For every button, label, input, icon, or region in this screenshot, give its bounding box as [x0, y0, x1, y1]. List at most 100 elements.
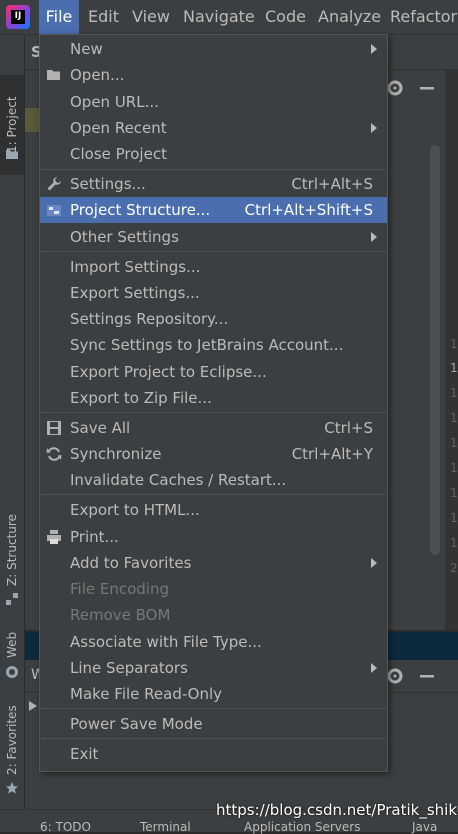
menu-item-label: Associate with File Type...	[70, 633, 262, 651]
submenu-arrow-icon	[371, 232, 377, 242]
watermark-url: https://blog.csdn.net/Pratik_shiku	[216, 801, 458, 819]
line-number: 1	[450, 386, 458, 400]
menu-item-settings[interactable]: Settings... Ctrl+Alt+S	[40, 171, 387, 197]
line-number: 1	[450, 511, 458, 525]
expand-arrow-icon[interactable]	[28, 700, 38, 712]
vertical-scrollbar[interactable]	[430, 145, 440, 555]
intellij-logo-icon: IJ	[6, 5, 30, 29]
menu-view[interactable]: View	[132, 0, 170, 34]
menu-item-new[interactable]: New	[40, 36, 387, 62]
structure-icon	[6, 593, 18, 605]
menu-item-label: Invalidate Caches / Restart...	[70, 471, 287, 489]
menu-item-export-zip[interactable]: Export to Zip File...	[40, 385, 387, 411]
menu-separator	[41, 251, 386, 252]
menu-item-invalidate-caches[interactable]: Invalidate Caches / Restart...	[40, 467, 387, 493]
menu-item-label: Close Project	[70, 145, 167, 163]
menu-item-label: Settings...	[70, 175, 146, 193]
menu-item-label: Exit	[70, 745, 99, 763]
project-panel-tools	[387, 80, 434, 96]
sync-icon	[46, 447, 62, 461]
logo-text: IJ	[11, 10, 25, 24]
todo-tool-tab[interactable]: 6: TODO	[40, 820, 91, 834]
menu-item-sync-settings[interactable]: Sync Settings to JetBrains Account...	[40, 332, 387, 358]
menu-item-line-separators[interactable]: Line Separators	[40, 655, 387, 681]
line-number: 1	[450, 436, 458, 450]
menu-item-label: Sync Settings to JetBrains Account...	[70, 336, 344, 354]
menu-item-label: Export Project to Eclipse...	[70, 363, 267, 381]
menu-analyze[interactable]: Analyze	[318, 0, 381, 34]
menu-item-label: Open URL...	[70, 93, 159, 111]
web-tool-tab[interactable]: Web	[0, 625, 24, 665]
menu-item-label: Remove BOM	[70, 606, 171, 624]
line-number: 1	[450, 486, 458, 500]
gear-icon	[387, 668, 403, 684]
menu-item-label: Power Save Mode	[70, 715, 203, 733]
line-number: 1	[450, 361, 458, 375]
menu-item-import-settings[interactable]: Import Settings...	[40, 254, 387, 280]
menu-item-other-settings[interactable]: Other Settings	[40, 224, 387, 250]
star-icon	[6, 782, 18, 794]
line-number: 1	[450, 337, 458, 351]
menu-refactor[interactable]: Refactor	[390, 0, 457, 34]
menu-item-export-html[interactable]: Export to HTML...	[40, 497, 387, 523]
menu-separator	[41, 738, 386, 739]
menu-edit[interactable]: Edit	[88, 0, 119, 34]
menu-item-exit[interactable]: Exit	[40, 741, 387, 767]
menu-item-label: Synchronize	[70, 445, 162, 463]
menu-item-label: Settings Repository...	[70, 310, 229, 328]
globe-icon	[6, 666, 18, 678]
menu-item-label: New	[70, 40, 103, 58]
menu-item-label: Other Settings	[70, 228, 179, 246]
line-number: 2	[450, 561, 458, 575]
menu-item-export-settings[interactable]: Export Settings...	[40, 280, 387, 306]
folder-icon	[47, 70, 60, 80]
menu-item-add-to-favorites[interactable]: Add to Favorites	[40, 550, 387, 576]
menu-item-shortcut: Ctrl+Alt+S	[291, 175, 373, 193]
menu-item-export-eclipse[interactable]: Export Project to Eclipse...	[40, 359, 387, 385]
favorites-tool-tab[interactable]: 2: Favorites	[0, 700, 24, 780]
menu-item-label: Open Recent	[70, 119, 167, 137]
menu-item-settings-repository[interactable]: Settings Repository...	[40, 306, 387, 332]
structure-tool-tab[interactable]: Z: Structure	[0, 505, 24, 595]
menu-item-make-read-only[interactable]: Make File Read-Only	[40, 681, 387, 707]
menu-item-label: Open...	[70, 66, 125, 84]
menu-item-open-url[interactable]: Open URL...	[40, 89, 387, 115]
submenu-arrow-icon	[371, 663, 377, 673]
web-panel-tools	[387, 668, 434, 684]
menu-item-shortcut: Ctrl+Alt+Y	[291, 445, 373, 463]
menu-item-open-recent[interactable]: Open Recent	[40, 115, 387, 141]
line-number: 1	[450, 411, 458, 425]
menu-item-synchronize[interactable]: Synchronize Ctrl+Alt+Y	[40, 441, 387, 467]
menu-code[interactable]: Code	[265, 0, 306, 34]
menu-item-label: Export to Zip File...	[70, 389, 212, 407]
terminal-tool-tab[interactable]: Terminal	[140, 820, 191, 834]
menu-item-project-structure[interactable]: Project Structure... Ctrl+Alt+Shift+S	[40, 197, 387, 223]
menu-item-save-all[interactable]: Save All Ctrl+S	[40, 415, 387, 441]
submenu-arrow-icon	[371, 558, 377, 568]
menu-separator	[41, 708, 386, 709]
menu-item-close-project[interactable]: Close Project	[40, 141, 387, 167]
left-tool-strip: 1: Project Z: Structure Web 2: Favorites	[0, 35, 25, 809]
menu-file[interactable]: File	[39, 0, 79, 34]
menu-item-print[interactable]: Print...	[40, 524, 387, 550]
menu-item-label: Print...	[70, 528, 119, 546]
menu-item-label: Project Structure...	[70, 201, 211, 219]
menu-item-power-save-mode[interactable]: Power Save Mode	[40, 711, 387, 737]
menu-item-shortcut: Ctrl+Alt+Shift+S	[244, 201, 373, 219]
menu-separator	[41, 412, 386, 413]
menu-item-open[interactable]: Open...	[40, 62, 387, 88]
app-servers-tool-tab[interactable]: Application Servers	[244, 820, 360, 834]
menu-navigate[interactable]: Navigate	[183, 0, 255, 34]
main-menu-bar: IJ File Edit View Navigate Code Analyze …	[0, 0, 458, 35]
menu-item-associate-file-type[interactable]: Associate with File Type...	[40, 629, 387, 655]
folder-icon	[6, 150, 18, 159]
menu-item-file-encoding: File Encoding	[40, 576, 387, 602]
minimize-icon	[420, 675, 434, 678]
menu-item-label: Line Separators	[70, 659, 188, 677]
java-tool-tab[interactable]: Java	[412, 820, 437, 834]
menu-item-label: Export Settings...	[70, 284, 200, 302]
menu-separator	[41, 169, 386, 170]
menu-item-label: Save All	[70, 419, 131, 437]
menu-item-label: Export to HTML...	[70, 501, 200, 519]
line-number: 1	[450, 536, 458, 550]
